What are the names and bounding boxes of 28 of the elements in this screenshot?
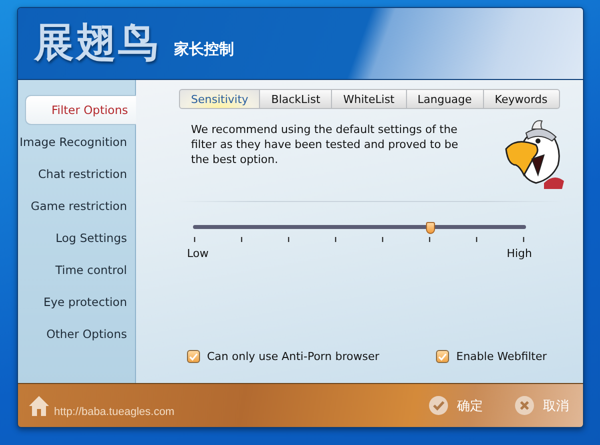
sidebar-item[interactable]: Eye protection (18, 287, 135, 317)
logo-text: 展翅鸟 (34, 21, 160, 65)
checkbox[interactable] (436, 350, 450, 363)
header-subtitle: 家长控制 (174, 40, 234, 60)
checkbox-option[interactable]: Can only use Anti-Porn browser (187, 350, 380, 363)
home-icon[interactable] (28, 395, 50, 416)
close-icon (515, 396, 534, 415)
check-icon (429, 396, 448, 415)
tab[interactable]: Language (406, 89, 484, 109)
description-text: We recommend using the default settings of the filter as they have been tested and proved to be the best option. (191, 122, 460, 167)
checkbox[interactable] (187, 350, 200, 363)
tab[interactable]: Sensitivity (179, 89, 260, 109)
eagle-mascot-drawing (504, 119, 566, 189)
sidebar-item[interactable]: Chat restriction (18, 159, 135, 189)
slider-max-label: High (506, 247, 532, 260)
checkbox-option[interactable]: Enable Webfilter (436, 350, 547, 363)
slider-min-label: Low (187, 247, 209, 260)
sidebar-item[interactable]: Log Settings (18, 223, 135, 253)
tab[interactable]: WhiteList (332, 89, 406, 109)
slider-thumb[interactable] (426, 222, 435, 234)
tab[interactable]: BlackList (260, 89, 332, 109)
sidebar-item[interactable]: Game restriction (18, 191, 135, 221)
sidebar-item[interactable]: Image Recognition (18, 127, 135, 157)
sidebar-item[interactable]: Time control (18, 255, 135, 285)
sidebar-item[interactable]: Other Options (18, 319, 135, 349)
tab[interactable]: Keywords (484, 89, 560, 109)
sidebar-item[interactable]: Filter Options (25, 95, 136, 125)
sensitivity-slider[interactable] (193, 222, 526, 234)
